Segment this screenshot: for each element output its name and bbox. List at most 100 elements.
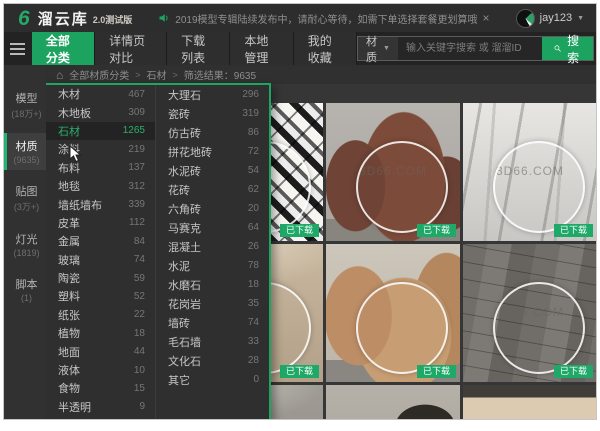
material-tile-terracotta-pots[interactable]: 已下载 — [326, 244, 460, 382]
downloaded-badge: 已下载 — [417, 365, 456, 378]
subcategory-item[interactable]: 水泥砖54 — [156, 161, 269, 180]
category-item[interactable]: 玻璃74 — [46, 251, 155, 269]
tab-detail-compare[interactable]: 详情页对比 — [95, 32, 167, 65]
sidebar-item-count: (3万+) — [7, 200, 46, 213]
subcategory-item[interactable]: 水泥78 — [156, 256, 269, 275]
sidebar-item-light[interactable]: 灯光(1819) — [4, 226, 46, 263]
material-tile-dark-cream-vases[interactable] — [326, 385, 460, 419]
subcategory-item[interactable]: 瓷砖319 — [156, 104, 269, 123]
category-item-label: 地毯 — [58, 178, 80, 194]
downloaded-badge: 已下载 — [417, 224, 456, 237]
subcategory-item[interactable]: 大理石296 — [156, 85, 269, 104]
category-item[interactable]: 墙纸墙布 339 — [46, 195, 155, 213]
category-item[interactable]: 木地板 309 — [46, 103, 155, 121]
subcategory-item[interactable]: 拼花地砖72 — [156, 142, 269, 161]
category-item[interactable]: 半透明9 — [46, 398, 155, 416]
category-item-count: 467 — [128, 89, 145, 100]
nav-bar: 全部分类详情页对比下载列表本地管理我的收藏 材质 ▼ 搜索 — [4, 32, 596, 65]
notification-close-icon[interactable]: × — [483, 11, 490, 25]
category-item[interactable]: 地面44 — [46, 342, 155, 360]
category-item[interactable]: 皮革112 — [46, 214, 155, 232]
category-item-count: 112 — [129, 217, 145, 228]
category-item-label: 植物 — [58, 325, 80, 341]
zoom-lens-icon — [493, 282, 585, 374]
subcategory-item-count: 72 — [248, 146, 259, 157]
tab-local-manage[interactable]: 本地管理 — [230, 32, 293, 65]
category-item[interactable]: 食物15 — [46, 379, 155, 397]
tab-all-categories[interactable]: 全部分类 — [32, 32, 95, 65]
material-tile-gray-wood-floor[interactable]: 3D66.COM已下载 — [463, 244, 596, 382]
category-item-count: 137 — [128, 162, 145, 173]
category-item-label: 木地板 — [58, 105, 91, 121]
material-tile-white-marble-slab[interactable]: 3D66.COM已下载 — [463, 103, 596, 241]
subcategory-item-count: 26 — [248, 241, 259, 252]
asset-type-sidebar: 模型(18万+) 材质(9635) 贴图(3万+) 灯光(1819) 脚本(1) — [4, 65, 46, 419]
search-button[interactable]: 搜索 — [542, 37, 593, 60]
subcategory-item-count: 74 — [248, 317, 259, 328]
subcategory-item-count: 20 — [248, 203, 259, 214]
category-list: 木材467 木地板 309 石材1265涂料219布料137地毯312 墙纸墙布 339 皮… — [46, 85, 156, 419]
category-item[interactable]: 布料137 — [46, 159, 155, 177]
user-menu[interactable]: jay123 ▼ — [516, 9, 584, 28]
subcategory-item-label: 六角砖 — [168, 201, 201, 217]
category-item[interactable]: 液体10 — [46, 361, 155, 379]
search-scope-dropdown[interactable]: 材质 ▼ — [358, 37, 398, 60]
subcategory-item-count: 18 — [248, 279, 259, 290]
category-item[interactable]: 石材1265 — [46, 122, 155, 140]
subcategory-item-label: 水磨石 — [168, 277, 201, 293]
search-icon — [554, 43, 561, 54]
subcategory-item-count: 296 — [242, 89, 259, 100]
breadcrumb-category[interactable]: 石材 — [147, 67, 167, 82]
category-item-count: 339 — [128, 199, 145, 210]
material-tile-beige-headboard[interactable] — [463, 385, 596, 419]
subcategory-item[interactable]: 墙砖74 — [156, 313, 269, 332]
sidebar-item-material[interactable]: 材质(9635) — [4, 133, 46, 170]
sidebar-item-texture[interactable]: 贴图(3万+) — [4, 178, 46, 218]
subcategory-item[interactable]: 其它0 — [156, 370, 269, 389]
sidebar-item-model[interactable]: 模型(18万+) — [4, 85, 46, 125]
category-item-label: 墙纸墙布 — [58, 197, 102, 213]
category-item[interactable]: 木材467 — [46, 85, 155, 103]
category-item[interactable]: 地毯312 — [46, 177, 155, 195]
subcategory-item[interactable]: 水磨石 18 — [156, 275, 269, 294]
category-item[interactable]: 植物18 — [46, 324, 155, 342]
subcategory-item[interactable]: 花砖62 — [156, 180, 269, 199]
breadcrumb-root[interactable]: 全部材质分类 — [69, 67, 129, 82]
sidebar-item-count: (18万+) — [7, 107, 46, 120]
category-item[interactable]: 塑料52 — [46, 287, 155, 305]
subcategory-item[interactable]: 仿古砖86 — [156, 123, 269, 142]
subcategory-item-label: 水泥 — [168, 258, 190, 274]
subcategory-item-label: 仿古砖 — [168, 125, 201, 141]
category-item[interactable]: 纸张22 — [46, 306, 155, 324]
breadcrumb-separator: > — [135, 70, 140, 80]
subcategory-item-label: 水泥砖 — [168, 163, 201, 179]
search-input[interactable] — [398, 37, 542, 60]
tab-download-list[interactable]: 下载列表 — [167, 32, 230, 65]
subcategory-item[interactable]: 混凝土26 — [156, 237, 269, 256]
subcategory-item-label: 马赛克 — [168, 220, 201, 236]
sidebar-item-script[interactable]: 脚本(1) — [4, 271, 46, 308]
category-item-count: 52 — [134, 291, 145, 302]
speaker-icon — [158, 12, 170, 24]
subcategory-item[interactable]: 六角砖 20 — [156, 199, 269, 218]
subcategory-item[interactable]: 毛石墙33 — [156, 332, 269, 351]
category-item-label: 纸张 — [58, 307, 80, 323]
category-item[interactable]: 陶瓷59 — [46, 269, 155, 287]
subcategory-item[interactable]: 花岗岩35 — [156, 294, 269, 313]
category-item[interactable]: 涂料219 — [46, 140, 155, 158]
subcategory-item[interactable]: 马赛克 64 — [156, 218, 269, 237]
material-tile-brown-clay-vases[interactable]: 3D66.COM已下载 — [326, 103, 460, 241]
category-item-label: 液体 — [58, 362, 80, 378]
menu-collapse-icon[interactable] — [4, 32, 32, 65]
downloaded-badge: 已下载 — [554, 365, 593, 378]
home-icon[interactable]: ⌂ — [56, 68, 63, 82]
category-item-count: 309 — [128, 107, 145, 118]
subcategory-item-count: 28 — [248, 355, 259, 366]
content-area: ⌂ 全部材质分类 > 石材 > 筛选结果：9635 已下载3D66.COM已下载… — [46, 65, 596, 419]
downloaded-badge: 已下载 — [280, 224, 319, 237]
subcategory-item-count: 64 — [248, 222, 259, 233]
category-item-count: 219 — [128, 144, 145, 155]
tab-my-favorites[interactable]: 我的收藏 — [294, 32, 357, 65]
category-item[interactable]: 金属84 — [46, 232, 155, 250]
subcategory-item[interactable]: 文化石28 — [156, 351, 269, 370]
